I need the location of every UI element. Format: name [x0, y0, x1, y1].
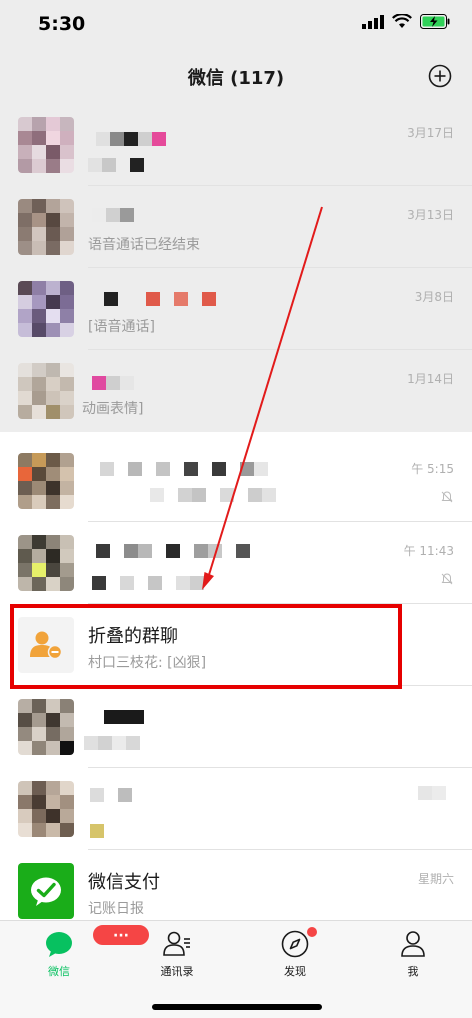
nav-bar: 微信 (117)	[0, 48, 472, 104]
chat-preview: 村口三枝花: [凶狠]	[88, 655, 207, 671]
chat-time: 3月8日	[414, 290, 454, 304]
mute-icon	[441, 491, 453, 503]
chat-time: 3月17日	[407, 126, 454, 140]
chat-row[interactable]	[0, 686, 472, 768]
tab-label: 微信	[48, 965, 70, 978]
chat-row[interactable]: 午 11:43	[0, 522, 472, 604]
avatar-pixelated	[18, 363, 74, 419]
pixelated-preview	[88, 158, 144, 172]
pixelated-name	[92, 376, 134, 390]
pixelated-name	[104, 292, 216, 306]
chat-row[interactable]: 动画表情] 1月14日	[0, 350, 472, 432]
chat-time: 3月13日	[407, 208, 454, 222]
pixelated-time	[418, 786, 446, 800]
chat-list: 3月17日 语音通话已经结束 3月13日 [语音通话] 3月8日 动画表情] 1…	[0, 104, 472, 920]
chat-row[interactable]: 3月17日	[0, 104, 472, 186]
signal-icon	[362, 14, 384, 29]
chat-row[interactable]: 语音通话已经结束 3月13日	[0, 186, 472, 268]
new-dot-badge	[307, 927, 317, 937]
pixelated-preview	[84, 736, 140, 750]
contacts-icon	[163, 931, 190, 956]
folded-group-icon	[30, 631, 63, 660]
chat-bubble-icon	[46, 932, 72, 957]
status-bar: 5:30	[0, 0, 472, 48]
folded-group-row[interactable]: 折叠的群聊 村口三枝花: [凶狠]	[0, 604, 472, 686]
avatar-pixelated	[18, 535, 74, 591]
chat-time: 午 11:43	[403, 544, 454, 558]
chat-preview: 动画表情]	[82, 401, 144, 417]
chat-row-wechat-pay[interactable]: 微信支付 记账日报 星期六	[0, 850, 472, 920]
mute-icon	[441, 573, 453, 585]
avatar-pixelated	[18, 281, 74, 337]
tab-chats[interactable]: 微信 ···	[19, 923, 151, 989]
chat-preview: 语音通话已经结束	[88, 237, 200, 253]
chat-preview: 记账日报	[88, 901, 144, 917]
tab-discover[interactable]: 发现	[255, 927, 335, 989]
battery-charging-icon	[420, 14, 450, 29]
avatar-pixelated	[18, 199, 74, 255]
chat-preview: [语音通话]	[88, 319, 155, 335]
chat-name: 微信支付	[88, 872, 160, 893]
chat-row[interactable]: 午 5:15	[0, 440, 472, 522]
pixelated-name	[96, 132, 166, 146]
add-button[interactable]	[428, 64, 452, 88]
chat-name: 折叠的群聊	[88, 626, 178, 647]
home-indicator[interactable]	[152, 1004, 322, 1010]
pixelated-preview	[92, 576, 204, 590]
tab-contacts[interactable]: 通讯录	[137, 929, 217, 989]
avatar-pixelated	[18, 453, 74, 509]
tab-label: 通讯录	[160, 965, 194, 978]
folded-group-avatar	[18, 617, 74, 673]
chat-row[interactable]: [语音通话] 3月8日	[0, 268, 472, 350]
tab-me[interactable]: 我	[373, 929, 453, 989]
tab-label: 发现	[284, 965, 306, 978]
status-time: 5:30	[38, 13, 86, 35]
wechat-pay-icon	[31, 877, 61, 906]
compass-icon	[281, 930, 309, 958]
avatar-pixelated	[18, 699, 74, 755]
tab-label: 我	[407, 965, 419, 978]
chat-time: 午 5:15	[411, 462, 454, 476]
status-icons	[362, 14, 450, 29]
chat-row[interactable]	[0, 768, 472, 850]
pixelated-preview	[90, 824, 104, 838]
person-icon	[401, 931, 425, 957]
chat-time: 星期六	[417, 872, 454, 886]
pixelated-name	[92, 208, 134, 222]
pixelated-name	[96, 544, 250, 558]
wifi-icon	[392, 14, 412, 28]
wechat-pay-avatar	[18, 863, 74, 919]
chat-time: 1月14日	[407, 372, 454, 386]
avatar-pixelated	[18, 781, 74, 837]
pixelated-name	[100, 462, 268, 476]
page-title: 微信 (117)	[187, 68, 285, 89]
pixelated-name	[104, 710, 144, 724]
pixelated-preview	[150, 488, 276, 502]
pixelated-name	[90, 788, 132, 802]
avatar-pixelated	[18, 117, 74, 173]
